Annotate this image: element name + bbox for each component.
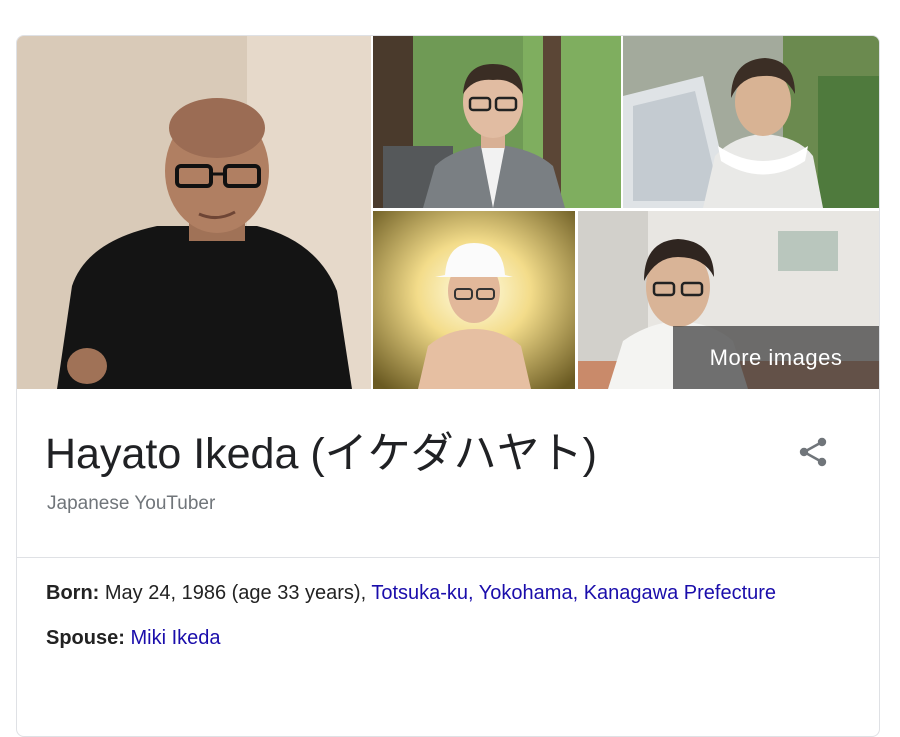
share-button[interactable]	[795, 434, 831, 470]
photo-towel[interactable]	[623, 36, 879, 208]
born-text: May 24, 1986 (age 33 years),	[99, 582, 372, 604]
main-photo-image	[17, 36, 371, 389]
main-photo[interactable]	[17, 36, 371, 389]
photo-towel-image	[623, 36, 879, 208]
share-icon	[799, 437, 827, 467]
born-label: Born:	[46, 582, 100, 604]
photo-suit[interactable]	[373, 36, 621, 208]
entity-title: Hayato Ikeda (イケダハヤト)	[45, 430, 597, 478]
photo-glow-image	[373, 211, 575, 389]
facts-section: Born: May 24, 1986 (age 33 years), Totsu…	[46, 576, 846, 666]
fact-spouse: Spouse: Miki Ikeda	[46, 621, 846, 656]
fact-born: Born: May 24, 1986 (age 33 years), Totsu…	[46, 576, 846, 611]
spouse-label: Spouse:	[46, 627, 125, 649]
spouse-link[interactable]: Miki Ikeda	[130, 627, 220, 649]
section-divider	[17, 557, 879, 558]
photo-suit-image	[373, 36, 621, 208]
knowledge-panel: More images Hayato Ikeda (イケダハヤト) Japane…	[16, 35, 880, 737]
born-place-link[interactable]: Totsuka-ku, Yokohama, Kanagawa Prefectur…	[371, 582, 776, 604]
entity-header: Hayato Ikeda (イケダハヤト) Japanese YouTuber	[17, 389, 879, 559]
image-gallery: More images	[17, 36, 879, 389]
photo-glow[interactable]	[373, 211, 575, 389]
more-images-label: More images	[709, 344, 843, 370]
entity-subtitle: Japanese YouTuber	[47, 493, 216, 514]
more-images-button[interactable]: More images	[673, 326, 879, 389]
